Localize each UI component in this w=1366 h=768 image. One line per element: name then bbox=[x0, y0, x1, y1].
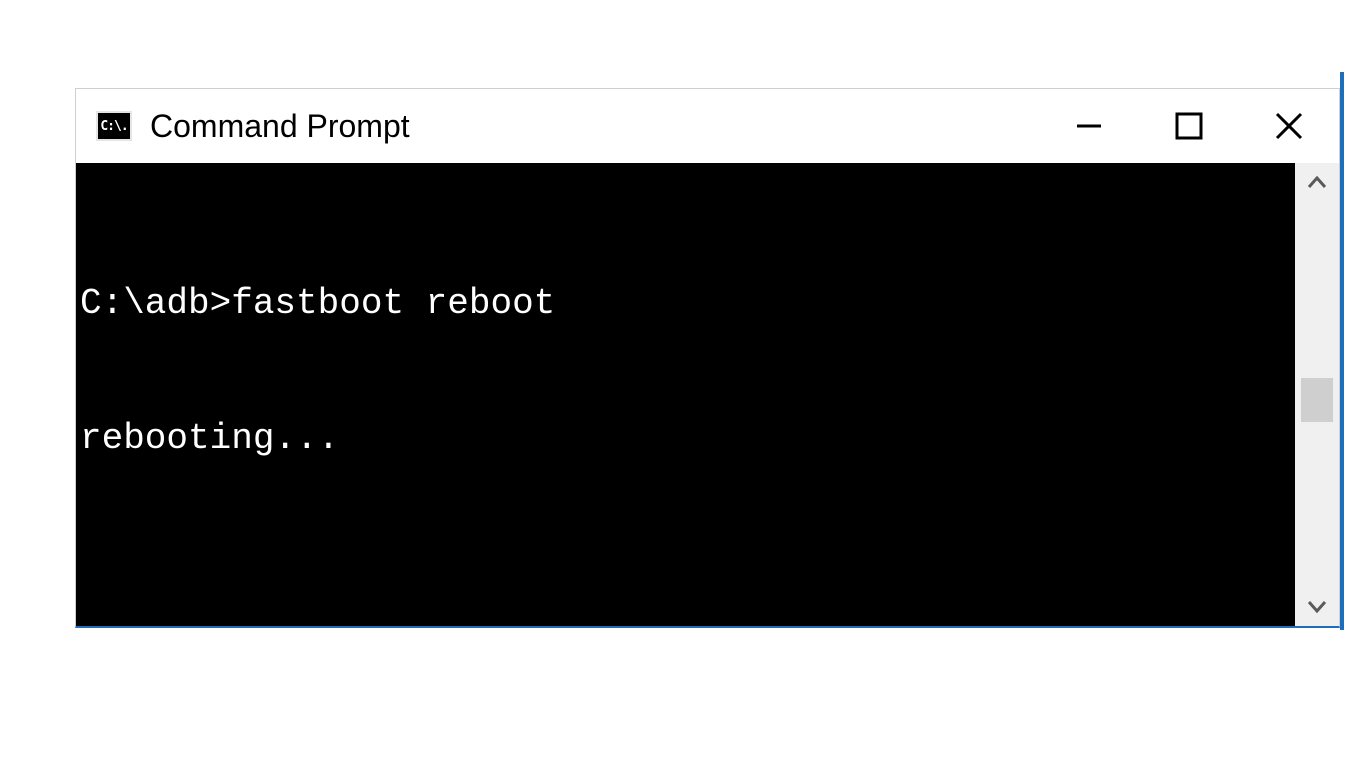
scrollbar-track[interactable] bbox=[1295, 203, 1339, 586]
client-area: C:\adb>fastboot reboot rebooting... fini… bbox=[76, 163, 1339, 626]
terminal-output[interactable]: C:\adb>fastboot reboot rebooting... fini… bbox=[76, 163, 1295, 626]
minimize-icon bbox=[1072, 109, 1106, 143]
terminal-line: rebooting... bbox=[80, 416, 1291, 461]
command-prompt-icon: C:\. bbox=[96, 111, 132, 141]
close-icon bbox=[1273, 110, 1305, 142]
close-button[interactable] bbox=[1239, 89, 1339, 163]
chevron-down-icon bbox=[1306, 595, 1328, 617]
maximize-button[interactable] bbox=[1139, 89, 1239, 163]
titlebar[interactable]: C:\. Command Prompt bbox=[76, 89, 1339, 163]
scroll-down-button[interactable] bbox=[1295, 586, 1339, 626]
page-edge-accent bbox=[1340, 72, 1344, 630]
page-canvas: C:\. Command Prompt bbox=[0, 0, 1366, 768]
window-title: Command Prompt bbox=[150, 108, 410, 145]
chevron-up-icon bbox=[1306, 172, 1328, 194]
terminal-line: C:\adb>fastboot reboot bbox=[80, 281, 1291, 326]
minimize-button[interactable] bbox=[1039, 89, 1139, 163]
scrollbar-thumb[interactable] bbox=[1301, 378, 1333, 422]
title-left: C:\. Command Prompt bbox=[76, 108, 1039, 145]
command-prompt-window: C:\. Command Prompt bbox=[75, 88, 1340, 628]
app-icon-text: C:\. bbox=[100, 119, 127, 134]
scroll-up-button[interactable] bbox=[1295, 163, 1339, 203]
window-controls bbox=[1039, 89, 1339, 163]
terminal-line bbox=[80, 551, 1291, 596]
vertical-scrollbar[interactable] bbox=[1295, 163, 1339, 626]
maximize-icon bbox=[1174, 111, 1204, 141]
